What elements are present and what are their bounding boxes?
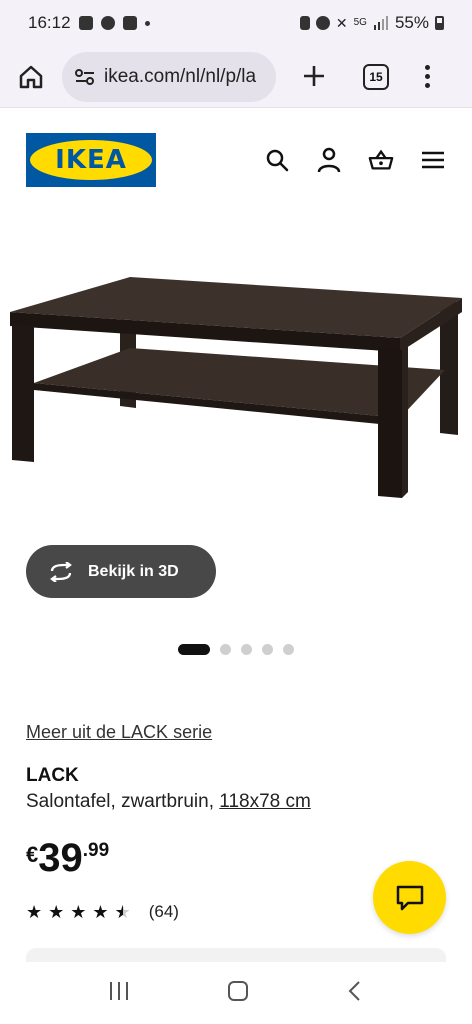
price-decimal: .99 [82, 840, 110, 861]
star-icon: ★ [92, 902, 109, 922]
price-integer: 39 [38, 836, 83, 880]
product-price: € 39 .99 [26, 838, 109, 878]
header-actions [264, 147, 446, 173]
system-navigation-bar [0, 962, 472, 1024]
battery-percent: 55% [394, 13, 429, 32]
carousel-dot[interactable] [220, 644, 231, 655]
notification-dot-icon [144, 20, 150, 26]
messenger-icon [100, 16, 115, 30]
recent-apps-icon [110, 981, 129, 1000]
recent-apps-button[interactable] [107, 980, 131, 1007]
browser-toolbar: ikea.com/nl/nl/p/la 15 [0, 46, 472, 108]
product-description: Salontafel, zwartbruin, 118x78 cm [26, 791, 311, 813]
home-icon [19, 65, 43, 88]
alarm-icon [315, 16, 330, 30]
half-star-icon: ★ [114, 902, 131, 922]
search-button[interactable] [264, 147, 290, 173]
address-bar[interactable]: ikea.com/nl/nl/p/la [62, 51, 276, 102]
dimensions-link[interactable]: 118x78 cm [219, 791, 311, 812]
more-menu-button[interactable] [425, 65, 430, 88]
chat-bubble-icon [396, 885, 423, 910]
cart-button[interactable] [368, 147, 394, 173]
view-in-3d-label: Bekijk in 3D [88, 562, 179, 580]
back-chevron-icon [348, 980, 360, 1001]
site-settings-icon [75, 68, 94, 85]
price-currency: € [26, 842, 39, 867]
star-icon: ★ [70, 902, 87, 922]
user-icon [317, 147, 341, 173]
status-bar: 16:12 ✕ 5G 55% [0, 0, 472, 46]
carousel-dot[interactable] [241, 644, 252, 655]
gallery-icon [78, 16, 93, 30]
carousel-dot[interactable] [283, 644, 294, 655]
network-type: 5G [353, 17, 367, 28]
rotate-3d-icon [50, 561, 72, 582]
tab-count: 15 [369, 69, 383, 84]
shopping-basket-icon [368, 149, 394, 170]
plus-icon [304, 65, 324, 86]
more-dot-icon [425, 74, 430, 79]
series-link[interactable]: Meer uit de LACK serie [26, 722, 212, 743]
home-square-icon [227, 980, 248, 1001]
carousel-dot[interactable] [262, 644, 273, 655]
battery-icon [435, 16, 444, 30]
search-icon [266, 149, 289, 172]
status-time: 16:12 [28, 13, 71, 32]
product-image[interactable] [0, 230, 472, 520]
image-carousel-indicator [178, 644, 294, 655]
signal-icon [373, 16, 388, 30]
url-text: ikea.com/nl/nl/p/la [104, 65, 257, 87]
logo-oval: IKEA [30, 140, 152, 180]
site-header: IKEA [0, 110, 472, 210]
more-dot-icon [425, 83, 430, 88]
chat-button[interactable] [373, 861, 446, 934]
home-button[interactable] [14, 60, 48, 94]
product-rating[interactable]: ★ ★ ★ ★ ★ (64) [26, 902, 179, 922]
menu-button[interactable] [420, 147, 446, 173]
carousel-dot-active[interactable] [178, 644, 210, 655]
ikea-logo[interactable]: IKEA [26, 133, 156, 187]
tab-switcher-button[interactable]: 15 [363, 63, 389, 90]
star-icon: ★ [26, 902, 43, 922]
coffee-table-image [10, 277, 462, 498]
wallet-icon [122, 16, 137, 30]
product-name: LACK [26, 765, 79, 786]
view-in-3d-button[interactable]: Bekijk in 3D [26, 545, 216, 598]
more-dot-icon [425, 65, 430, 70]
account-button[interactable] [316, 147, 342, 173]
star-icon: ★ [48, 902, 65, 922]
mute-icon: ✕ [335, 14, 348, 31]
logo-text: IKEA [55, 145, 127, 175]
system-back-button[interactable] [345, 980, 365, 1007]
new-tab-button[interactable] [298, 60, 330, 94]
system-home-button[interactable] [226, 980, 250, 1007]
hamburger-icon [422, 151, 444, 169]
lock-icon [299, 16, 310, 30]
product-type: Salontafel, zwartbruin, [26, 791, 214, 812]
review-count: (64) [148, 902, 179, 921]
